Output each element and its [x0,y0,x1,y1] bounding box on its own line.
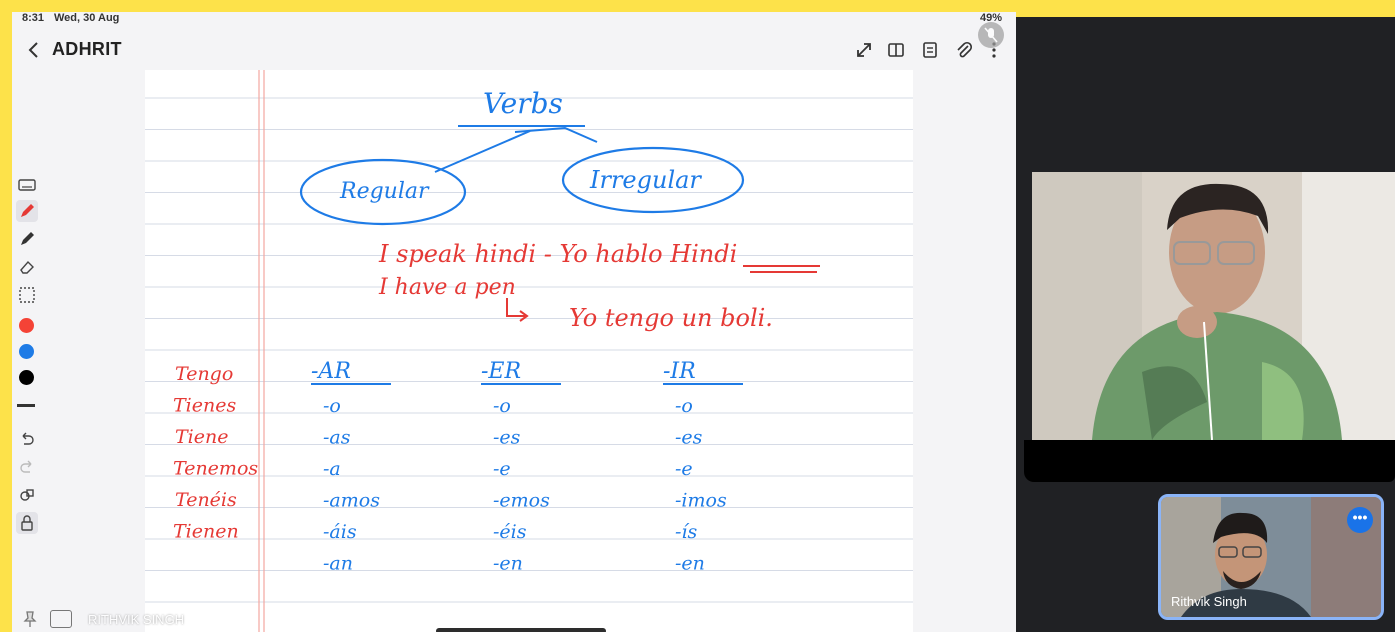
presenter-name-label: RITHVIK SINGH [88,612,185,627]
ending-form: -a [323,458,341,480]
notes-app-bar: ADHRIT [12,22,1016,66]
more-dots-icon[interactable]: ••• [1347,507,1373,533]
blue-color-swatch[interactable] [19,344,34,359]
conjugation-persons: Tengo Tienes Tiene Tenemos Tenéis Tienen [173,363,258,543]
ending-form: -o [493,395,511,417]
self-view-tile[interactable]: ••• Rithvik Singh [1158,494,1384,620]
shapes-icon[interactable] [16,484,38,506]
ending-form: -éis [493,521,527,543]
hw-sentence-3: Yo tengo un boli. [569,304,773,332]
meeting-screen: 8:31 Wed, 30 Aug 49% ADHRIT Verbs Regula… [0,0,1395,632]
presentation-border-left [0,0,12,632]
ending-form: -amos [323,490,380,512]
ending-form: -en [675,553,705,575]
person-form: Tenemos [173,458,258,480]
note-title: ADHRIT [52,39,122,59]
ending-form: -e [675,458,693,480]
conjugation-endings: -AR -o -as -a -amos -áis -an -ER -o -es -e -emos -éi… [311,359,743,575]
book-view-icon[interactable] [884,38,908,62]
column-header: -IR [663,359,696,384]
ending-form: -es [675,427,703,449]
brush-icon[interactable] [16,228,38,250]
participant-name-bar [1024,440,1395,482]
ending-form: -an [323,553,353,575]
ending-form: -o [675,395,693,417]
lasso-select-icon[interactable] [16,284,38,306]
person-form: Tengo [175,363,233,385]
self-name-label: Rithvik Singh [1171,594,1247,609]
ending-form: -es [493,427,521,449]
status-date: Wed, 30 Aug [54,12,120,24]
device-status-bar: 8:31 Wed, 30 Aug 49% [12,12,1016,26]
status-time: 8:31 [22,12,45,24]
drawing-toolbar [12,172,42,552]
handwriting-layer: Verbs Regular Irregular I speak hindi - … [145,70,913,632]
ending-form: -áis [323,521,357,543]
pin-icon[interactable] [22,610,38,628]
ending-form: -o [323,395,341,417]
page-list-icon[interactable] [918,38,942,62]
pen-icon[interactable] [16,200,38,222]
red-color-swatch[interactable] [19,318,34,333]
person-form: Tienen [173,521,239,543]
undo-icon[interactable] [16,428,38,450]
ending-form: -emos [493,490,550,512]
hw-sentence-1: I speak hindi - Yo hablo Hindi [378,240,737,268]
muted-mic-icon [978,22,1004,48]
hw-sentence-2: I have a pen [378,275,516,300]
redo-icon[interactable] [16,456,38,478]
keyboard-icon[interactable] [16,174,38,196]
participant-video-image [1032,172,1395,440]
person-form: Tenéis [175,489,237,511]
presenting-bar: RITHVIK SINGH [12,606,312,632]
ruled-lines [145,97,913,603]
screen-share-icon[interactable] [50,610,72,628]
person-form: Tiene [175,426,228,448]
participant-video-main[interactable] [1032,172,1395,440]
expand-icon[interactable] [852,38,876,62]
stroke-width-icon[interactable] [17,404,35,407]
hw-branch-left: Regular [339,179,430,204]
ending-form: -as [323,427,351,449]
note-canvas[interactable]: Verbs Regular Irregular I speak hindi - … [145,70,913,632]
column-header: -ER [481,359,521,384]
person-form: Tienes [173,395,236,417]
hw-branch-right: Irregular [589,166,702,194]
ending-form: -imos [675,490,727,512]
chevron-left-icon [28,42,38,58]
eraser-icon[interactable] [16,256,38,278]
attachment-icon[interactable] [952,38,976,62]
ending-form: -en [493,553,523,575]
ending-form: -ís [675,521,697,543]
back-button[interactable] [22,36,46,64]
hw-heading: Verbs [483,87,563,120]
black-color-swatch[interactable] [19,370,34,385]
shared-screen: 8:31 Wed, 30 Aug 49% ADHRIT Verbs Regula… [12,12,1016,632]
ending-form: -e [493,458,511,480]
column-header: -AR [311,359,351,384]
lock-icon[interactable] [16,512,38,534]
gesture-home-bar [436,628,606,632]
